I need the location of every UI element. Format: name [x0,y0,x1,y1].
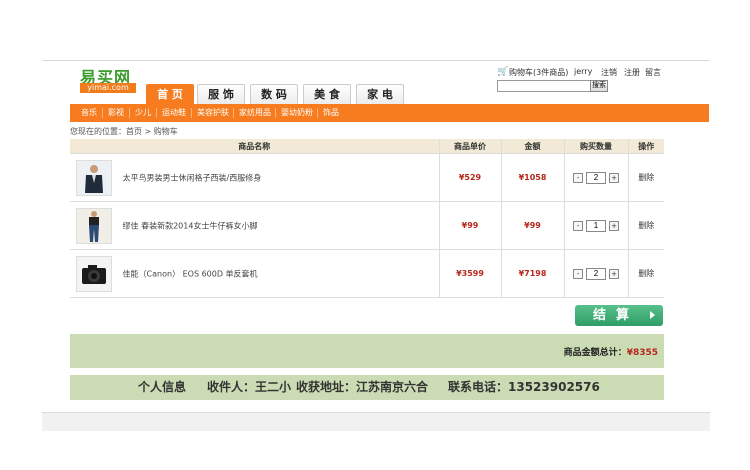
nav-item-film[interactable]: 影视 [108,104,124,122]
decrease-button[interactable]: - [573,268,583,279]
nav-item-accessories[interactable]: 饰品 [323,104,339,122]
logo-domain: yimai.com [80,83,136,93]
phone: 联系电话：13523902576 [448,380,600,394]
page: 易买网 yimai.com 首 页 服 饰 数 码 美 食 家 电 🛒 购物车(… [0,0,750,470]
shipping-info-bar: 个人信息 收件人：王二小 收获地址：江苏南京六合 联系电话：1352390257… [70,375,664,400]
nav-separator [275,108,276,118]
logout-link[interactable]: 注销 [601,67,617,78]
message-link[interactable]: 留言 [645,67,661,78]
quantity-input[interactable] [586,171,606,184]
product-cell: 缪佳 春装新款2014女士牛仔裤女小脚 [70,201,439,250]
nav-item-sneakers[interactable]: 运动鞋 [162,104,186,122]
total-label: 商品金额总计： [563,348,627,358]
quantity-input[interactable] [586,267,606,280]
product-name[interactable]: 缪佳 春装新款2014女士牛仔裤女小脚 [123,221,258,230]
decrease-button[interactable]: - [573,220,583,231]
cart-table-header: 商品名称 商品单价 金额 购买数量 操作 [70,139,664,154]
checkout-label: 结算 [593,308,640,323]
action-cell: 删除 [627,249,664,298]
breadcrumb-prefix: 您现在的位置： [70,127,126,136]
tab-appliances[interactable]: 家 电 [356,84,404,104]
address: 收获地址：江苏南京六合 [296,380,429,394]
nav-separator [191,108,192,118]
tab-digital[interactable]: 数 码 [250,84,298,104]
line-amount: ¥7198 [500,249,564,298]
order-total: 商品金额总计：¥8355 [564,345,658,358]
delete-link[interactable]: 删除 [638,173,654,182]
header-action: 操作 [627,139,664,154]
breadcrumb-home[interactable]: 首页 [126,127,142,136]
header-amount: 金额 [500,139,564,154]
total-value: ¥8355 [626,348,658,358]
action-cell: 删除 [627,153,664,202]
receiver: 收件人：王二小 [207,380,292,394]
quantity-cell: - + [563,153,628,202]
quantity-stepper: - + [573,171,619,184]
delete-link[interactable]: 删除 [638,221,654,230]
header-price: 商品单价 [438,139,501,154]
table-row: 佳能（Canon） EOS 600D 单反套机 ¥3599 ¥7198 - + … [70,249,664,298]
quantity-input[interactable] [586,219,606,232]
nav-separator [233,108,234,118]
product-cell: 太平鸟男装男士休闲格子西装/西服修身 [70,153,439,202]
action-cell: 删除 [627,201,664,250]
delete-link[interactable]: 删除 [638,269,654,278]
nav-item-kids[interactable]: 少儿 [135,104,151,122]
nav-item-home-textiles[interactable]: 家纺用品 [239,104,271,122]
product-image-suit[interactable] [76,159,112,196]
nav-item-baby-formula[interactable]: 婴幼奶粉 [281,104,313,122]
unit-price: ¥99 [438,201,501,250]
breadcrumb-current: 购物车 [153,127,178,136]
quantity-cell: - + [563,201,628,250]
product-name[interactable]: 太平鸟男装男士休闲格子西装/西服修身 [123,173,262,182]
tab-food[interactable]: 美 食 [303,84,351,104]
line-amount: ¥1058 [500,153,564,202]
product-name[interactable]: 佳能（Canon） EOS 600D 单反套机 [123,269,258,278]
cart-link[interactable]: 购物车(3件商品) [509,67,568,78]
cart-icon[interactable]: 🛒 [497,67,508,77]
table-row: 缪佳 春装新款2014女士牛仔裤女小脚 ¥99 ¥99 - + 删除 [70,201,664,250]
quantity-stepper: - + [573,219,619,232]
cart-table: 商品名称 商品单价 金额 购买数量 操作 太平鸟男装男士休闲格子西装/西服修身 … [70,139,664,298]
tab-apparel[interactable]: 服 饰 [197,84,245,104]
decrease-button[interactable]: - [573,172,583,183]
product-cell: 佳能（Canon） EOS 600D 单反套机 [70,249,439,298]
footer-bar [42,412,710,431]
breadcrumb-separator: > [142,127,154,136]
register-link[interactable]: 注册 [624,67,640,78]
unit-price: ¥529 [438,153,501,202]
quantity-stepper: - + [573,267,619,280]
unit-price: ¥3599 [438,249,501,298]
increase-button[interactable]: + [609,172,619,183]
nav-separator [129,108,130,118]
tab-home[interactable]: 首 页 [146,84,194,106]
nav-separator [102,108,103,118]
username[interactable]: jerry [574,67,592,76]
product-image-camera[interactable] [76,255,112,292]
site-logo[interactable]: 易买网 yimai.com [80,64,136,93]
subcategory-nav: 音乐 影视 少儿 运动鞋 美容护肤 家纺用品 婴幼奶粉 饰品 [70,104,709,122]
arrow-right-icon [650,311,655,319]
search-button[interactable]: 搜索 [590,80,608,92]
line-amount: ¥99 [500,201,564,250]
top-divider [42,60,710,61]
nav-separator [156,108,157,118]
nav-separator [317,108,318,118]
header-name: 商品名称 [70,139,439,154]
breadcrumb: 您现在的位置：首页 > 购物车 [70,126,178,137]
search-input[interactable] [497,80,593,92]
nav-item-music[interactable]: 音乐 [81,104,97,122]
total-bar: 商品金额总计：¥8355 [70,334,664,368]
quantity-cell: - + [563,249,628,298]
table-row: 太平鸟男装男士休闲格子西装/西服修身 ¥529 ¥1058 - + 删除 [70,153,664,202]
info-title: 个人信息 [138,380,187,394]
increase-button[interactable]: + [609,220,619,231]
header-qty: 购买数量 [563,139,628,154]
product-image-jeans[interactable] [76,207,112,244]
increase-button[interactable]: + [609,268,619,279]
checkout-button[interactable]: 结算 [575,305,663,326]
nav-item-skincare[interactable]: 美容护肤 [197,104,229,122]
